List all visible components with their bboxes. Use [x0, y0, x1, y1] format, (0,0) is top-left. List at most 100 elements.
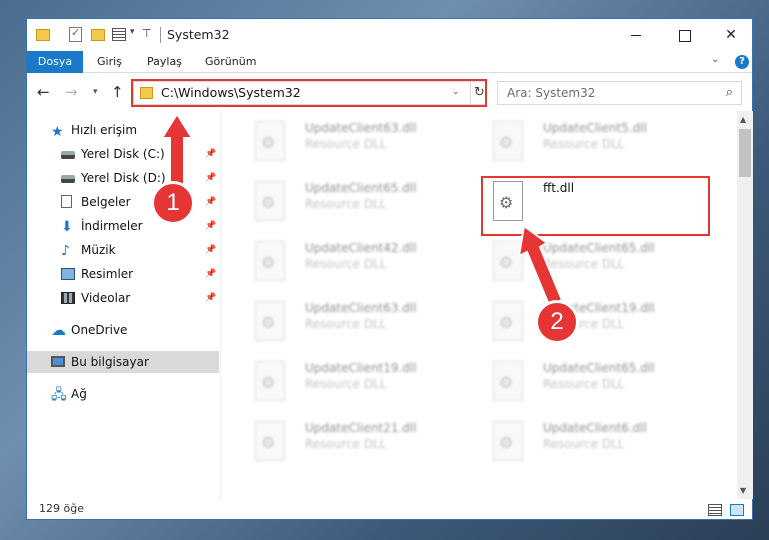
pane-divider[interactable] [220, 111, 221, 501]
file-name: UpdateClient65.dll [543, 241, 655, 255]
sidebar-item-label: OneDrive [71, 323, 128, 337]
pin-icon[interactable]: 📌 [205, 215, 216, 237]
pin-icon[interactable]: 📌 [205, 287, 216, 309]
view-options-icon[interactable] [112, 28, 126, 41]
sidebar-item-label: Resimler [81, 267, 134, 281]
list-item[interactable]: UpdateClient63.dll Resource DLL [247, 295, 477, 349]
list-item[interactable]: UpdateClient63.dll Resource DLL [247, 115, 477, 169]
step-1-badge: 1 [151, 181, 195, 225]
pin-icon[interactable]: 📌 [205, 239, 216, 261]
file-list: UpdateClient63.dll Resource DLL UpdateCl… [237, 115, 737, 499]
large-icons-view-icon[interactable] [730, 504, 744, 516]
search-box[interactable]: Ara: System32 ⌕ [497, 81, 742, 105]
file-name: UpdateClient5.dll [543, 121, 647, 135]
search-input[interactable]: Ara: System32 [507, 86, 595, 100]
file-name: UpdateClient21.dll [305, 421, 417, 435]
recent-locations-icon[interactable]: ▾ [93, 87, 98, 97]
list-item[interactable]: UpdateClient65.dll Resource DLL [247, 175, 477, 229]
file-description: Resource DLL [305, 197, 387, 211]
sidebar-item-this-pc[interactable]: Bu bilgisayar [27, 351, 219, 373]
tab-file[interactable]: Dosya [27, 51, 83, 73]
scroll-up-icon[interactable]: ▲ [740, 115, 746, 124]
dll-file-icon [255, 241, 285, 281]
sidebar-item-music[interactable]: ♪ Müzik 📌 [61, 239, 216, 261]
file-description: Resource DLL [305, 257, 387, 271]
customize-toolbar-icon[interactable]: ⊤ [142, 27, 152, 43]
file-name: UpdateClient63.dll [305, 301, 417, 315]
sidebar-item-disk-d[interactable]: Yerel Disk (D:) 📌 [61, 167, 216, 189]
new-folder-icon[interactable] [91, 29, 105, 41]
network-icon: 🖧 [51, 387, 67, 403]
forward-arrow-icon[interactable]: → [65, 83, 78, 101]
star-icon: ★ [51, 124, 64, 140]
computer-icon [51, 356, 65, 367]
folder-icon[interactable] [36, 29, 50, 41]
maximize-button[interactable] [661, 19, 707, 51]
file-description: Resource DLL [305, 437, 387, 451]
vertical-scrollbar[interactable]: ▲ ▼ [737, 111, 753, 499]
list-item[interactable]: UpdateClient19.dll Resource DLL [247, 355, 477, 409]
drive-icon [61, 175, 75, 183]
list-item[interactable]: UpdateClient21.dll Resource DLL [247, 415, 477, 469]
divider [160, 27, 161, 43]
list-item[interactable]: UpdateClient42.dll Resource DLL [247, 235, 477, 289]
file-description: Resource DLL [305, 377, 387, 391]
sidebar-item-label: Hızlı erişim [71, 123, 138, 137]
list-item[interactable]: UpdateClient5.dll Resource DLL [485, 115, 715, 169]
ribbon-tabs: Dosya Giriş Paylaş Görünüm ⌄ ? [27, 51, 752, 73]
address-highlight-box [131, 79, 487, 107]
up-arrow-icon[interactable]: ↑ [111, 83, 124, 101]
tab-view[interactable]: Görünüm [205, 51, 256, 73]
file-description: Resource DLL [543, 377, 625, 391]
tab-home[interactable]: Giriş [97, 51, 122, 73]
details-view-icon[interactable] [708, 504, 722, 516]
back-arrow-icon[interactable]: ← [37, 83, 50, 101]
sidebar-item-network[interactable]: 🖧 Ağ [51, 383, 211, 405]
pin-icon[interactable]: 📌 [205, 263, 216, 285]
file-name: UpdateClient63.dll [305, 121, 417, 135]
file-description: Resource DLL [543, 137, 625, 151]
dll-file-icon [255, 301, 285, 341]
sidebar-item-disk-c[interactable]: Yerel Disk (C:) 📌 [61, 143, 216, 165]
pictures-icon [61, 268, 75, 280]
dll-file-icon [255, 181, 285, 221]
cloud-icon: ☁ [51, 321, 66, 339]
properties-icon[interactable] [69, 26, 82, 42]
document-icon [61, 195, 72, 208]
file-name: UpdateClient6.dll [543, 421, 647, 435]
chevron-down-icon[interactable]: ▾ [130, 27, 135, 43]
sidebar-item-pictures[interactable]: Resimler 📌 [61, 263, 216, 285]
list-item[interactable]: UpdateClient6.dll Resource DLL [485, 415, 715, 469]
video-icon [61, 292, 75, 304]
list-item[interactable]: UpdateClient19.dll Resource DLL [485, 295, 715, 349]
scrollbar-thumb[interactable] [739, 129, 751, 177]
scroll-down-icon[interactable]: ▼ [740, 486, 746, 495]
pin-icon[interactable]: 📌 [205, 191, 216, 213]
dll-file-icon [493, 361, 523, 401]
file-name: UpdateClient65.dll [305, 181, 417, 195]
navigation-pane: ★ Hızlı erişim Yerel Disk (C:) 📌 Yerel D… [27, 119, 219, 499]
minimize-button[interactable] [613, 19, 659, 51]
sidebar-item-label: Yerel Disk (D:) [81, 171, 166, 185]
sidebar-item-label: Bu bilgisayar [71, 355, 149, 369]
sidebar-item-quick-access[interactable]: ★ Hızlı erişim [51, 119, 211, 141]
search-icon[interactable]: ⌕ [726, 85, 733, 100]
sidebar-item-onedrive[interactable]: ☁ OneDrive [51, 319, 211, 341]
sidebar-item-label: Videolar [81, 291, 131, 305]
tab-share[interactable]: Paylaş [147, 51, 182, 73]
list-item[interactable]: UpdateClient65.dll Resource DLL [485, 355, 715, 409]
step-2-badge: 2 [535, 300, 579, 344]
file-highlight-box [481, 176, 710, 236]
expand-ribbon-icon[interactable]: ⌄ [711, 54, 719, 65]
help-icon[interactable]: ? [735, 55, 749, 69]
close-button[interactable]: ✕ [708, 19, 754, 51]
pin-icon[interactable]: 📌 [205, 167, 216, 189]
list-item[interactable]: UpdateClient65.dll Resource DLL [485, 235, 715, 289]
status-bar: 129 öğe [27, 499, 752, 521]
sidebar-item-videos[interactable]: Videolar 📌 [61, 287, 216, 309]
dll-file-icon [255, 121, 285, 161]
pin-icon[interactable]: 📌 [205, 143, 216, 165]
file-description: Resource DLL [305, 137, 387, 151]
dll-file-icon [493, 421, 523, 461]
sidebar-item-label: Belgeler [81, 195, 131, 209]
